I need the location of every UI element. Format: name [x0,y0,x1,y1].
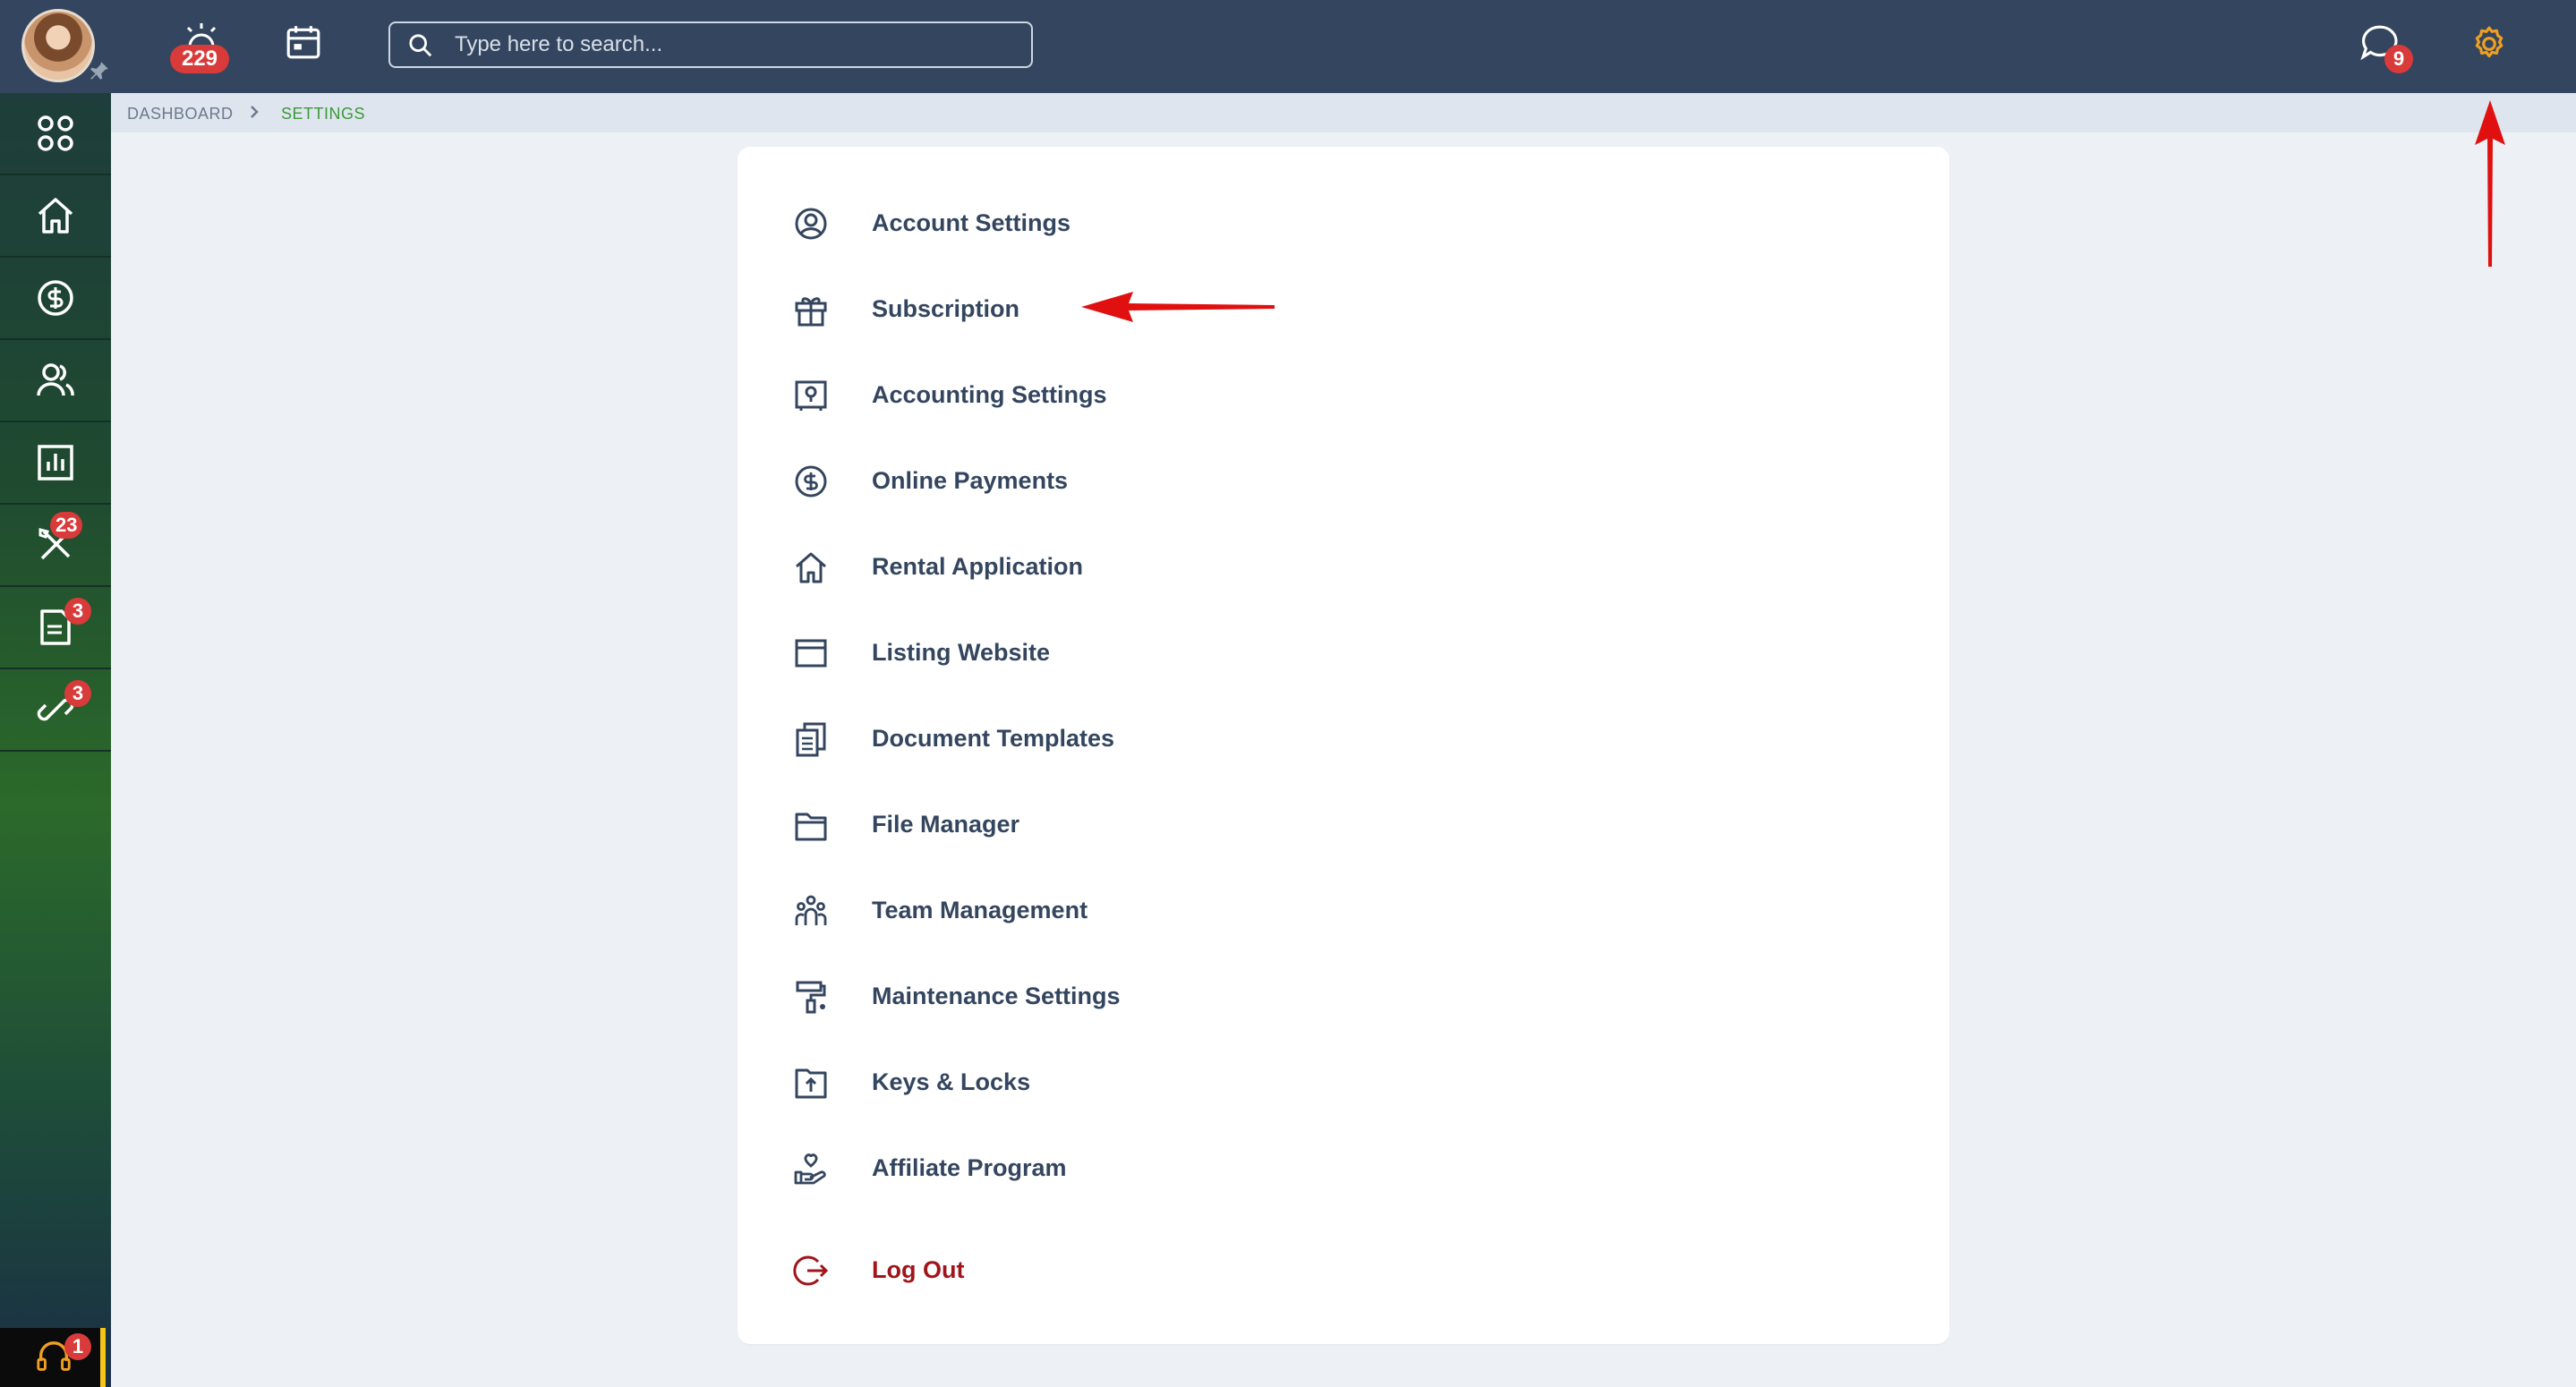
menu-label: Account Settings [872,209,1071,236]
users-icon [37,363,74,396]
maintenance-badge: 23 [50,512,83,539]
messages-button[interactable]: 9 [2359,23,2417,77]
sidebar-item-documents[interactable]: 3 [0,587,111,669]
calendar-icon[interactable] [285,23,322,61]
search-input[interactable] [455,30,1010,59]
help-button[interactable]: 1 [0,1328,106,1387]
menu-listing-website[interactable]: Listing Website [738,621,1275,685]
menu-affiliate-program[interactable]: Affiliate Program [738,1136,1275,1201]
sidebar-item-people[interactable] [0,340,111,422]
gift-icon [795,297,827,327]
notifications-badge: 229 [170,45,229,73]
user-avatar[interactable] [21,9,95,82]
home-icon [38,198,73,234]
menu-label: Maintenance Settings [872,983,1121,1009]
menu-label: Keys & Locks [872,1068,1031,1095]
pin-icon [90,62,108,80]
menu-keys-locks[interactable]: Keys & Locks [738,1051,1275,1115]
chevron-right-icon [251,106,259,118]
team-icon [795,895,827,925]
breadcrumb: DASHBOARD SETTINGS [111,93,2576,132]
annotation-arrow-up-icon [2475,100,2505,267]
sidebar-item-maintenance[interactable]: 23 [0,505,111,587]
grid-icon [38,115,73,151]
menu-label: File Manager [872,811,1020,838]
browser-window-icon [795,639,827,668]
connections-badge: 3 [64,680,91,707]
menu-label: Online Payments [872,467,1069,494]
menu-rental-application[interactable]: Rental Application [738,535,1275,600]
sidebar-item-reports[interactable] [0,422,111,505]
home-icon [796,552,826,583]
sidebar: 23 3 3 [0,93,111,1387]
sidebar-item-payments[interactable] [0,258,111,340]
breadcrumb-dashboard[interactable]: DASHBOARD [127,105,234,123]
documents-badge: 3 [64,598,91,625]
menu-label: Subscription [872,295,1020,322]
top-bar: 229 9 [0,0,2576,93]
hand-heart-icon [794,1153,826,1185]
messages-badge: 9 [2384,45,2413,73]
menu-maintenance-settings[interactable]: Maintenance Settings [738,965,1275,1029]
logout-icon [793,1255,829,1286]
user-circle-icon [795,208,827,240]
menu-accounting-settings[interactable]: Accounting Settings [738,363,1275,428]
menu-label: Document Templates [872,725,1115,752]
gear-icon[interactable] [2470,25,2508,63]
chart-icon [38,445,73,481]
menu-log-out[interactable]: Log Out [738,1238,1275,1303]
dollar-circle-icon [38,280,73,316]
menu-label: Rental Application [872,553,1084,580]
dollar-circle-icon [795,465,827,498]
menu-account-settings[interactable]: Account Settings [738,191,1275,256]
menu-document-templates[interactable]: Document Templates [738,707,1275,771]
menu-label: Listing Website [872,639,1051,666]
annotation-arrow-left-icon [1081,292,1275,322]
search-icon [409,34,432,57]
safe-icon [795,380,827,411]
sidebar-item-connections[interactable]: 3 [0,669,111,752]
menu-label: Affiliate Program [872,1154,1067,1181]
menu-team-management[interactable]: Team Management [738,879,1275,943]
documents-icon [796,722,826,757]
menu-label: Team Management [872,897,1088,923]
menu-label: Log Out [872,1256,965,1283]
breadcrumb-settings: SETTINGS [281,105,366,123]
menu-file-manager[interactable]: File Manager [738,793,1275,857]
key-folder-icon [795,1068,827,1099]
settings-card: Account Settings Subscription Accounting… [738,147,1949,1344]
folder-icon [795,813,827,841]
menu-online-payments[interactable]: Online Payments [738,449,1275,514]
paint-roller-icon [796,981,826,1014]
sidebar-item-home[interactable] [0,175,111,258]
sidebar-item-apps[interactable] [0,93,111,175]
help-badge: 1 [64,1333,91,1360]
search-box[interactable] [388,21,1033,68]
menu-label: Accounting Settings [872,381,1107,408]
notifications-button[interactable]: 229 [170,20,233,82]
